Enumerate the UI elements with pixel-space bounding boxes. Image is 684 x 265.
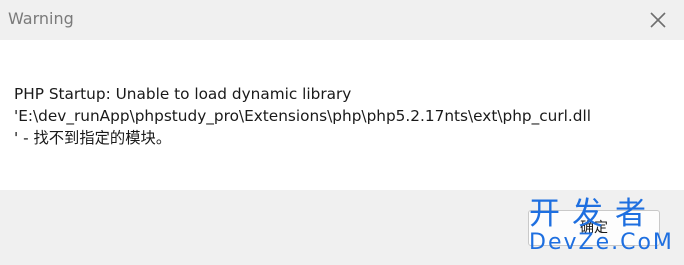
message-line-1: PHP Startup: Unable to load dynamic libr… [14,85,352,103]
message-area: PHP Startup: Unable to load dynamic libr… [0,40,684,190]
dialog-title: Warning [8,9,74,28]
button-bar: 确定 [0,190,684,265]
warning-dialog: Warning PHP Startup: Unable to load dyna… [0,0,684,265]
message-line-2: 'E:\dev_runApp\phpstudy_pro\Extensions\p… [14,107,591,125]
title-bar: Warning [0,0,684,40]
close-icon[interactable] [646,8,670,32]
message-line-3: ' - 找不到指定的模块。 [14,129,172,147]
error-message: PHP Startup: Unable to load dynamic libr… [14,83,591,149]
ok-button[interactable]: 确定 [528,210,660,246]
